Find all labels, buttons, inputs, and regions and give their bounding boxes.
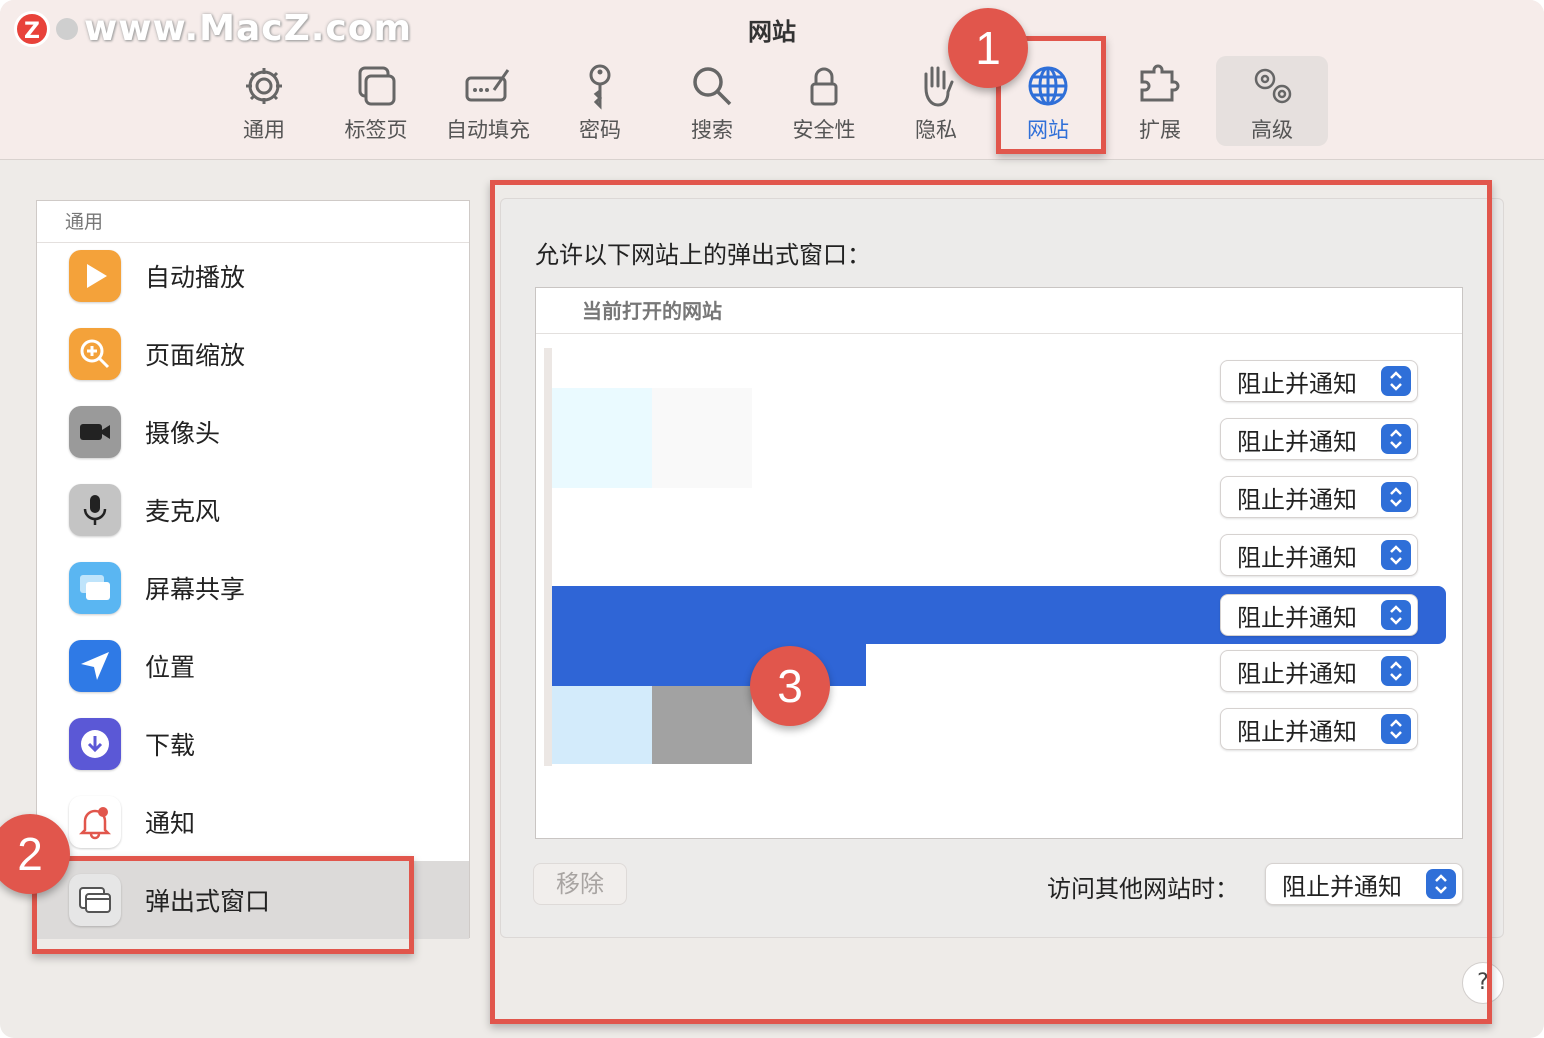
hand-icon — [924, 66, 954, 107]
preference-tabs: 通用 标签页 自动填充 密码 搜索 安全性 隐私 网站 扩展 高级 — [208, 56, 1328, 146]
sidebar-item-autoplay[interactable]: 自动播放 — [37, 237, 469, 315]
tab-passwords[interactable]: 密码 — [544, 56, 656, 146]
sidebar-item-label: 下载 — [145, 731, 196, 760]
tab-tabs[interactable]: 标签页 — [320, 56, 432, 146]
sidebar-item-label: 自动播放 — [145, 263, 246, 292]
tab-autofill[interactable]: 自动填充 — [432, 56, 544, 146]
puzzle-icon — [1140, 64, 1180, 102]
sidebar-item-page-zoom[interactable]: 页面缩放 — [37, 315, 469, 393]
tab-advanced-label: 高级 — [1251, 118, 1293, 142]
camera-icon — [69, 406, 121, 458]
sidebar-item-location[interactable]: 位置 — [37, 627, 469, 705]
lock-icon — [810, 67, 838, 106]
tab-passwords-label: 密码 — [579, 118, 621, 142]
sidebar-item-label: 麦克风 — [145, 497, 221, 526]
annotation-box-settings-panel — [490, 180, 1492, 1024]
window-title: 网站 — [748, 18, 796, 46]
sidebar-item-notifications[interactable]: 通知 — [37, 783, 469, 861]
tab-tabs-label: 标签页 — [344, 118, 408, 142]
autofill-icon — [465, 69, 510, 102]
screen-share-icon — [69, 562, 121, 614]
preferences-window: Z www.MacZ.com 网站 通用 标签页 自动填充 密码 搜索 安全性 … — [0, 0, 1544, 1038]
tab-general-label: 通用 — [243, 118, 285, 142]
microphone-icon — [69, 484, 121, 536]
location-icon — [69, 640, 121, 692]
bell-icon — [69, 796, 121, 848]
tab-privacy-label: 隐私 — [915, 118, 957, 142]
tab-extensions-label: 扩展 — [1139, 118, 1181, 142]
sidebar-item-label: 通知 — [145, 809, 196, 838]
zoom-icon — [69, 328, 121, 380]
tabs-icon — [358, 66, 396, 106]
tab-security[interactable]: 安全性 — [768, 56, 880, 146]
sidebar-item-downloads[interactable]: 下载 — [37, 705, 469, 783]
play-icon — [69, 250, 121, 302]
sidebar-item-label: 页面缩放 — [145, 341, 246, 370]
annotation-box-popup-item — [32, 856, 414, 954]
sidebar-item-camera[interactable]: 摄像头 — [37, 393, 469, 471]
tab-security-label: 安全性 — [792, 118, 856, 142]
toolbar: Z www.MacZ.com 网站 通用 标签页 自动填充 密码 搜索 安全性 … — [0, 0, 1544, 160]
sidebar-item-label: 屏幕共享 — [145, 575, 246, 604]
tab-extensions[interactable]: 扩展 — [1104, 56, 1216, 146]
annotation-badge-1: 1 — [948, 8, 1028, 88]
tab-search-label: 搜索 — [691, 118, 733, 142]
sidebar-item-label: 摄像头 — [145, 419, 221, 448]
gears-icon — [1254, 68, 1292, 104]
annotation-badge-3: 3 — [750, 646, 830, 726]
download-icon — [69, 718, 121, 770]
tab-general[interactable]: 通用 — [208, 56, 320, 146]
sidebar-item-microphone[interactable]: 麦克风 — [37, 471, 469, 549]
settings-sidebar: 通用 自动播放 页面缩放 摄像头 麦克风 屏幕共享 位置 下载 通知 弹出式窗口 — [36, 200, 470, 939]
sidebar-item-label: 位置 — [145, 653, 196, 682]
tab-search[interactable]: 搜索 — [656, 56, 768, 146]
search-icon — [693, 67, 732, 106]
tab-autofill-label: 自动填充 — [446, 118, 530, 142]
sidebar-item-screen-share[interactable]: 屏幕共享 — [37, 549, 469, 627]
gear-icon — [246, 68, 282, 104]
key-icon — [589, 64, 611, 110]
tab-advanced[interactable]: 高级 — [1216, 56, 1328, 146]
